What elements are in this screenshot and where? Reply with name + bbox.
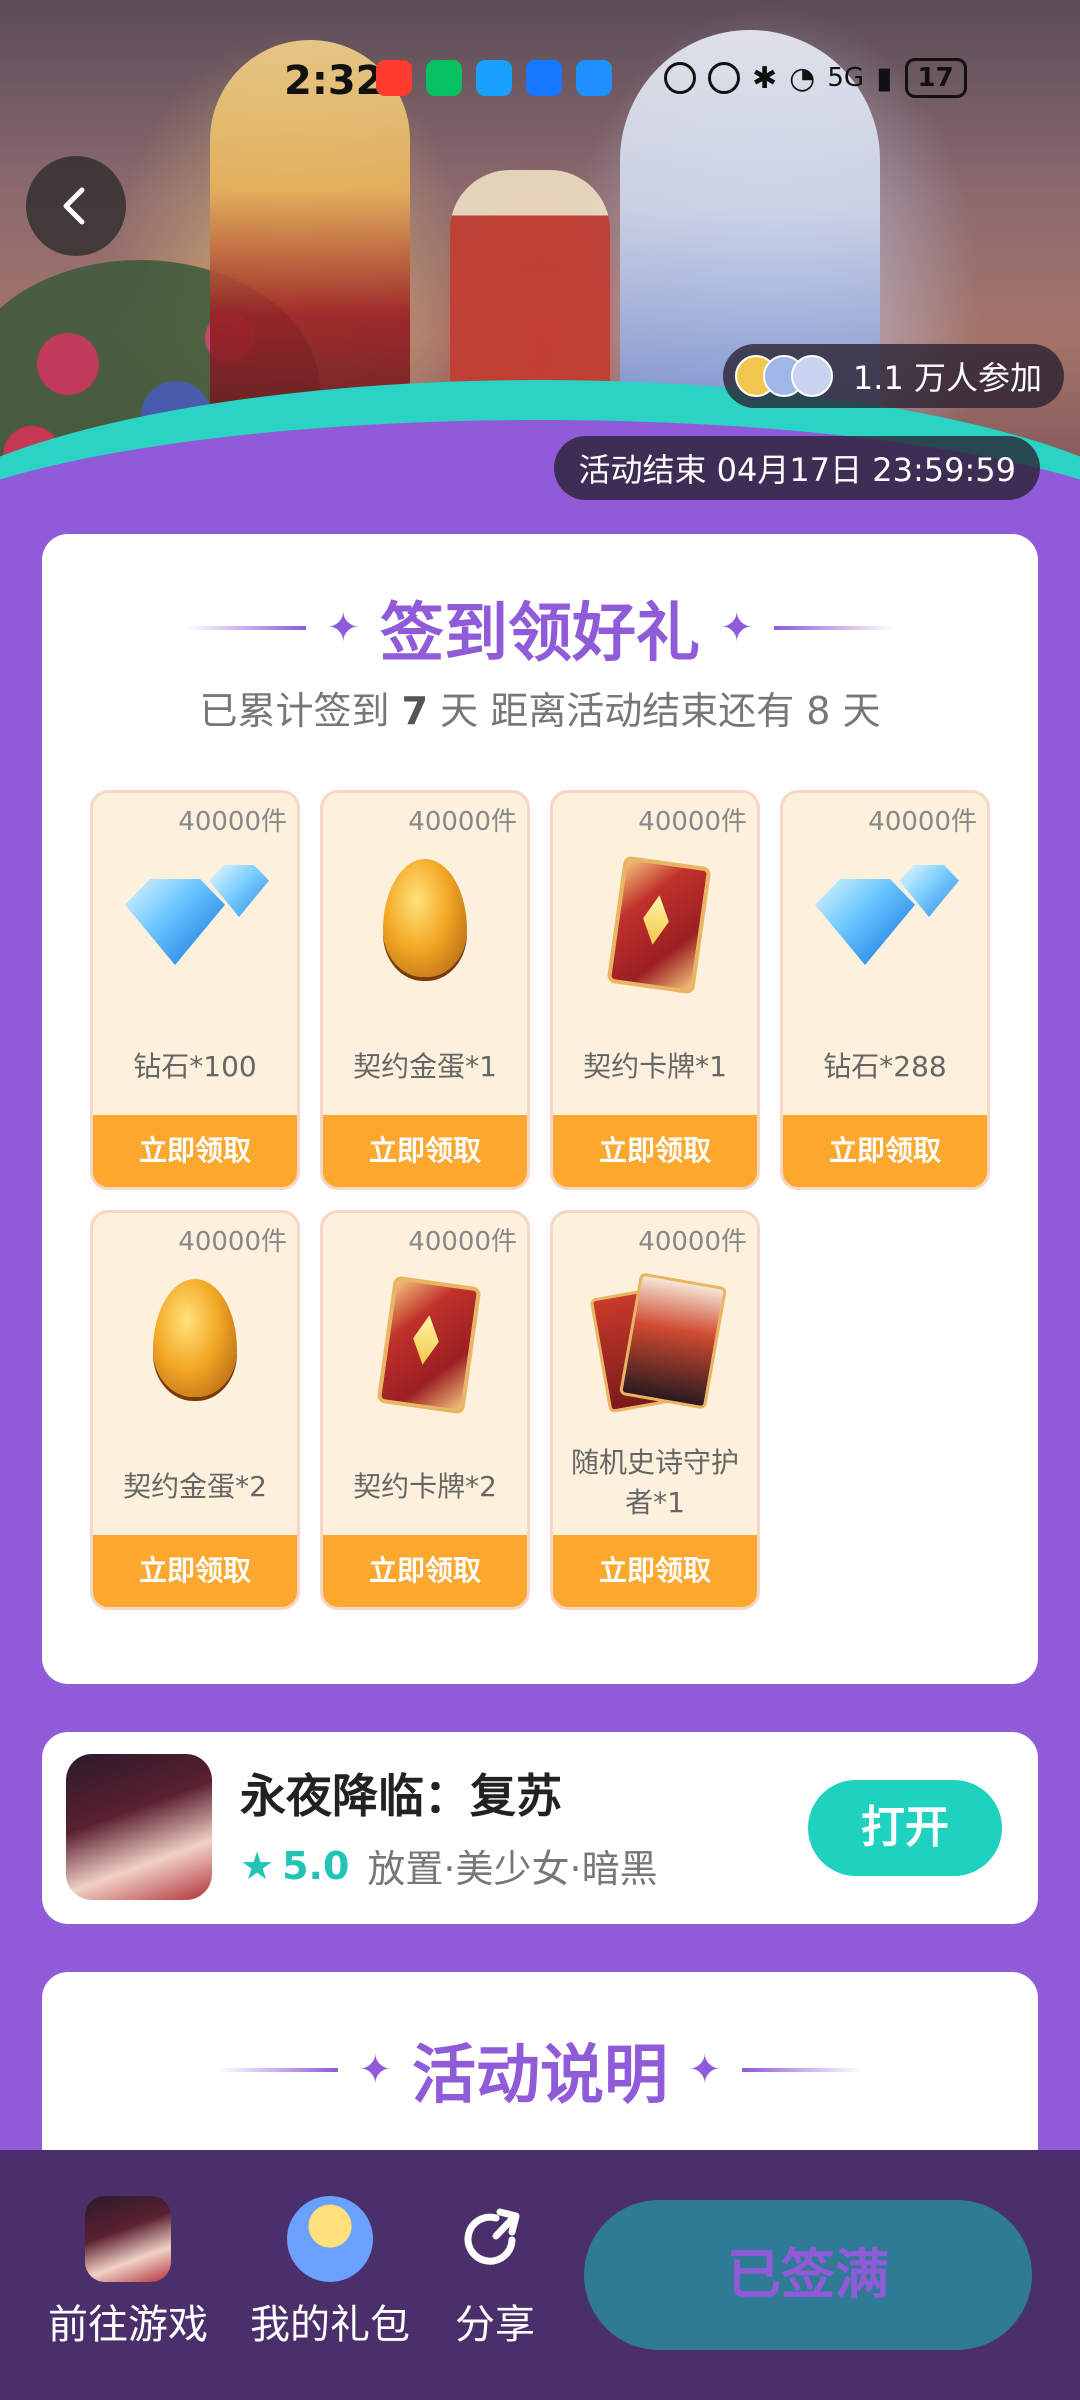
claim-button[interactable]: 立即领取 — [323, 1535, 527, 1607]
my-gifts-button[interactable]: 我的礼包 — [250, 2196, 410, 2350]
gift-bag-icon — [287, 2196, 373, 2282]
nfc-icon — [664, 62, 696, 94]
gift-name: 钻石*288 — [823, 1050, 947, 1083]
alarm-icon — [708, 62, 740, 94]
go-to-game-button[interactable]: 前往游戏 — [48, 2196, 208, 2350]
claim-button[interactable]: 立即领取 — [553, 1535, 757, 1607]
game-tags: 放置·美少女·暗黑 — [367, 1847, 658, 1891]
gift-item: 40000件 契约金蛋*2 立即领取 — [90, 1210, 300, 1610]
gift-item: 40000件 随机史诗守护者*1 立即领取 — [550, 1210, 760, 1610]
share-button[interactable]: 分享 — [452, 2196, 538, 2350]
rules-title-text: 活动说明 — [412, 2039, 668, 2113]
title-decoration-line — [773, 626, 894, 630]
event-end-time-text: 活动结束 04月17日 23:59:59 — [578, 451, 1016, 489]
checkin-title-text: 签到领好礼 — [380, 597, 700, 671]
status-notification-icons — [376, 60, 612, 96]
game-card[interactable]: 永夜降临：复苏 ★ 5.0 放置·美少女·暗黑 打开 — [42, 1732, 1038, 1924]
rules-title: ✦ 活动说明 ✦ — [42, 2024, 1038, 2116]
share-icon — [452, 2196, 538, 2282]
guardian-card-icon — [585, 1279, 725, 1409]
game-title: 永夜降临：复苏 — [240, 1769, 562, 1823]
share-label: 分享 — [455, 2302, 535, 2348]
battery-icon: 17 — [904, 58, 967, 98]
days-signed: 7 — [401, 689, 429, 733]
message-icon — [476, 60, 512, 96]
bottom-action-bar: 前往游戏 我的礼包 分享 已签满 — [0, 2150, 1080, 2400]
title-decoration-line — [218, 2068, 339, 2072]
avatar — [790, 355, 833, 397]
wifi-icon: ◔ — [789, 60, 816, 96]
status-system-icons: ✱ ◔ 5G ▮ 17 — [664, 58, 967, 98]
game-rating: ★ 5.0 — [240, 1844, 349, 1888]
game-icon — [85, 2196, 171, 2282]
game-rating-value: 5.0 — [282, 1843, 350, 1888]
checkin-progress: 已累计签到 7 天 距离活动结束还有 8 天 — [42, 680, 1038, 735]
gift-item: 40000件 契约金蛋*1 立即领取 — [320, 790, 530, 1190]
gift-item: 40000件 钻石*288 立即领取 — [780, 790, 990, 1190]
diamond-icon — [815, 859, 955, 989]
participants-badge: 1.1 万人参加 — [722, 344, 1064, 408]
app-notification-icon — [526, 60, 562, 96]
claim-button[interactable]: 立即领取 — [93, 1115, 297, 1187]
contract-card-icon — [355, 1279, 495, 1409]
open-game-button[interactable]: 打开 — [808, 1780, 1002, 1876]
gift-stock: 40000件 — [178, 1227, 287, 1257]
sparkle-icon: ✦ — [688, 2047, 722, 2093]
gift-item: 40000件 钻石*100 立即领取 — [90, 790, 300, 1190]
participant-avatars — [734, 355, 841, 397]
progress-suffix: 天 距离活动结束还有 8 天 — [440, 689, 881, 733]
game-app-icon — [66, 1754, 212, 1900]
status-bar: 2:32 ✱ ◔ 5G ▮ 17 — [0, 58, 1080, 104]
gift-item: 40000件 契约卡牌*2 立即领取 — [320, 1210, 530, 1610]
claim-button[interactable]: 立即领取 — [783, 1115, 987, 1187]
sparkle-icon: ✦ — [326, 605, 360, 651]
network-type: 5G — [827, 63, 865, 93]
gift-name: 契约卡牌*1 — [583, 1050, 727, 1083]
game-meta: ★ 5.0 放置·美少女·暗黑 — [240, 1838, 658, 1893]
star-icon: ★ — [240, 1843, 275, 1888]
signed-full-button[interactable]: 已签满 — [584, 2200, 1032, 2350]
gift-name: 随机史诗守护者*1 — [570, 1446, 739, 1519]
signal-icon: ▮ — [876, 60, 893, 96]
title-decoration-line — [741, 2068, 862, 2072]
claim-button[interactable]: 立即领取 — [93, 1535, 297, 1607]
bluetooth-icon: ✱ — [752, 60, 778, 96]
checkin-title: ✦ 签到领好礼 ✦ — [42, 582, 1038, 674]
missed-call-icon — [376, 60, 412, 96]
gift-stock: 40000件 — [868, 807, 977, 837]
participants-count: 1.1 万人参加 — [852, 359, 1042, 397]
checkin-card: ✦ 签到领好礼 ✦ 已累计签到 7 天 距离活动结束还有 8 天 40000件 … — [42, 534, 1038, 1684]
diamond-icon — [125, 859, 265, 989]
title-decoration-line — [186, 626, 307, 630]
golden-egg-icon — [355, 859, 495, 989]
gift-name: 钻石*100 — [133, 1050, 257, 1083]
go-to-game-label: 前往游戏 — [48, 2302, 208, 2348]
sparkle-icon: ✦ — [720, 605, 754, 651]
gift-stock: 40000件 — [408, 807, 517, 837]
claim-button[interactable]: 立即领取 — [553, 1115, 757, 1187]
back-button[interactable] — [26, 156, 126, 256]
my-gifts-label: 我的礼包 — [250, 2302, 410, 2348]
gift-name: 契约金蛋*2 — [123, 1470, 267, 1503]
gift-stock: 40000件 — [178, 807, 287, 837]
gift-item: 40000件 契约卡牌*1 立即领取 — [550, 790, 760, 1190]
search-app-icon — [576, 60, 612, 96]
gift-stock: 40000件 — [638, 1227, 747, 1257]
gift-stock: 40000件 — [408, 1227, 517, 1257]
sparkle-icon: ✦ — [358, 2047, 392, 2093]
gift-name: 契约卡牌*2 — [353, 1470, 497, 1503]
claim-button[interactable]: 立即领取 — [323, 1115, 527, 1187]
gift-name: 契约金蛋*1 — [353, 1050, 497, 1083]
contract-card-icon — [585, 859, 725, 989]
gift-stock: 40000件 — [638, 807, 747, 837]
wechat-icon — [426, 60, 462, 96]
status-time: 2:32 — [284, 58, 384, 104]
progress-prefix: 已累计签到 — [199, 689, 390, 733]
chevron-left-icon — [63, 187, 85, 225]
golden-egg-icon — [125, 1279, 265, 1409]
event-end-time: 活动结束 04月17日 23:59:59 — [554, 436, 1040, 500]
